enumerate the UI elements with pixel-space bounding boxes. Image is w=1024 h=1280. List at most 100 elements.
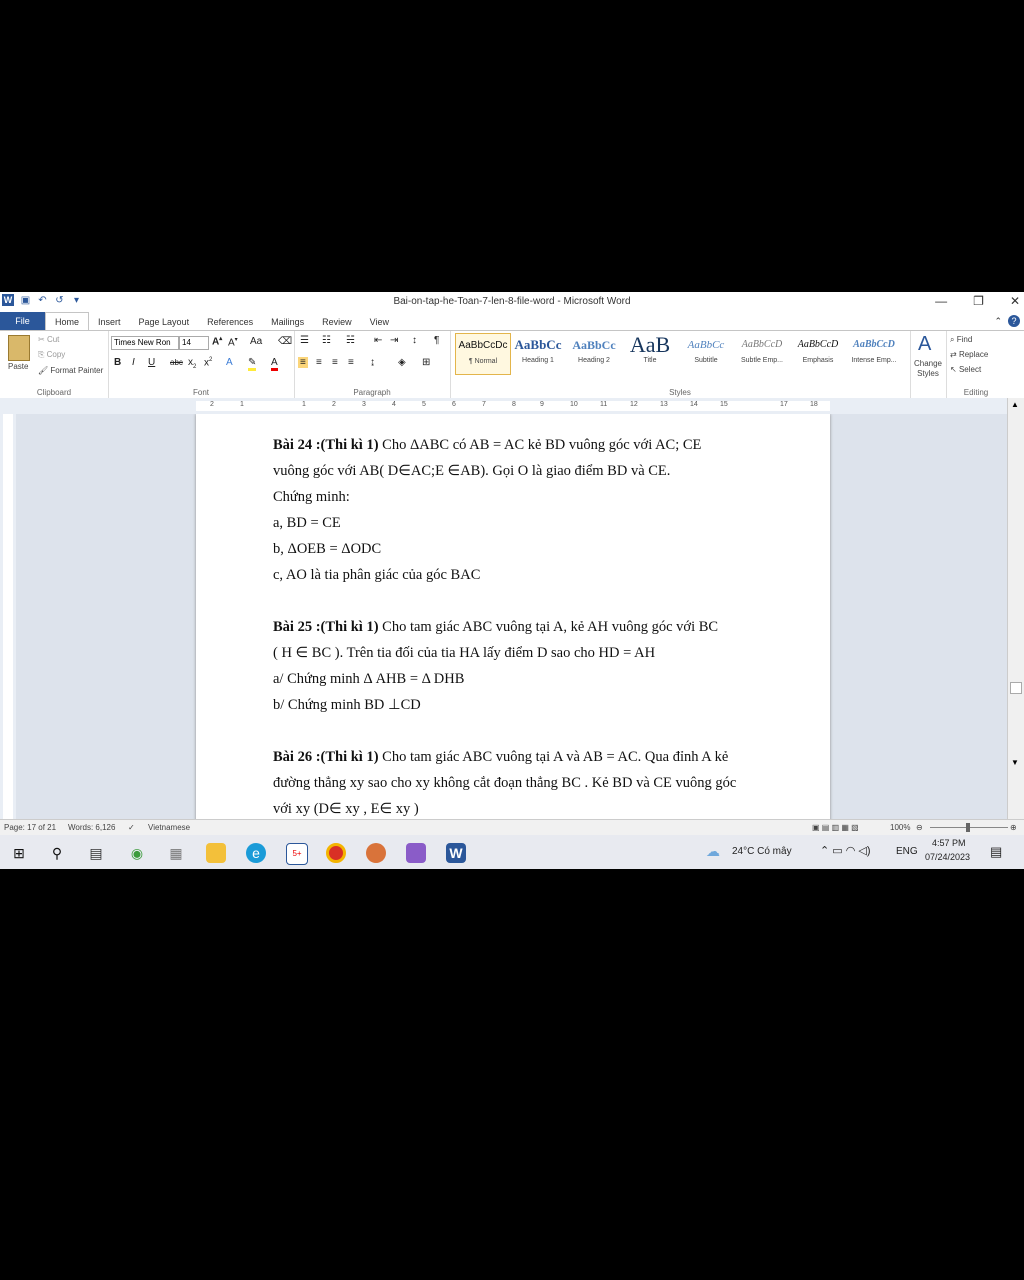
grow-font-icon[interactable]: A▴	[212, 335, 222, 347]
style-normal[interactable]: AaBbCcDc ¶ Normal	[455, 333, 511, 375]
numbering-icon[interactable]: ☷	[322, 335, 331, 346]
close-button[interactable]: ✕	[1010, 294, 1020, 308]
horizontal-ruler[interactable]: 2 1 1 2 3 4 5 6 7 8 9 10 11 12 13 14 15 …	[196, 401, 830, 411]
scroll-up-icon[interactable]: ▲	[1011, 400, 1019, 409]
borders-icon[interactable]: ⊞	[422, 357, 430, 368]
file-explorer-icon[interactable]	[206, 843, 226, 863]
sort-icon[interactable]: ↕	[412, 335, 417, 346]
tab-references[interactable]: References	[198, 313, 262, 330]
scroll-thumb[interactable]	[1010, 682, 1022, 694]
style-heading-1[interactable]: AaBbCc Heading 1	[511, 333, 565, 373]
document-text[interactable]: Bài 24 :(Thi kì 1) Cho ΔABC có AB = AC k…	[273, 432, 754, 819]
style-title[interactable]: AaB Title	[623, 333, 677, 373]
font-name-select[interactable]: Times New Ron	[111, 336, 179, 350]
notification-icon[interactable]: ▤	[990, 844, 1002, 860]
multilevel-list-icon[interactable]: ☵	[346, 335, 355, 346]
task-view-icon[interactable]: ▤	[86, 843, 106, 863]
decrease-indent-icon[interactable]: ⇤	[374, 335, 382, 346]
scroll-down-icon[interactable]: ▼	[1011, 758, 1019, 767]
document-area[interactable]: Bài 24 :(Thi kì 1) Cho ΔABC có AB = AC k…	[16, 414, 1008, 819]
show-formatting-icon[interactable]: ¶	[434, 335, 439, 346]
chrome-icon[interactable]	[326, 843, 346, 863]
replace-button[interactable]: ⇄ Replace	[950, 350, 988, 359]
app-icon-orange[interactable]	[366, 843, 386, 863]
ribbon: Paste ✂ Cut ⎘ Copy 🖌 Format Painter Clip…	[0, 330, 1024, 399]
line-spacing-icon[interactable]: ↨	[370, 357, 375, 368]
paste-button[interactable]: Paste	[8, 362, 28, 371]
windows-start-icon[interactable]: ⊞	[9, 843, 29, 863]
font-color-icon[interactable]: A	[271, 357, 278, 371]
change-case-icon[interactable]: Aa	[250, 336, 262, 347]
underline-button[interactable]: U	[148, 357, 155, 368]
style-emphasis[interactable]: AaBbCcD Emphasis	[791, 333, 845, 373]
proofing-icon[interactable]: ✓	[128, 823, 135, 832]
paste-icon[interactable]	[8, 335, 30, 361]
tab-review[interactable]: Review	[313, 313, 361, 330]
shading-icon[interactable]: ◈	[398, 357, 406, 368]
zoom-level[interactable]: 100%	[890, 823, 910, 832]
tray-icons[interactable]: ⌃ ▭ ◠ ◁)	[820, 844, 871, 857]
replace-label: Replace	[958, 350, 989, 359]
page-count[interactable]: Page: 17 of 21	[4, 823, 56, 832]
find-button[interactable]: ⌕ Find	[950, 335, 972, 345]
style-subtle-emphasis[interactable]: AaBbCcD Subtle Emp...	[735, 333, 789, 373]
highlight-icon[interactable]: ✎	[248, 357, 257, 371]
subscript-button[interactable]: x2	[188, 357, 196, 370]
tab-page-layout[interactable]: Page Layout	[130, 313, 199, 330]
strikethrough-button[interactable]: abc	[170, 358, 183, 367]
app-icon-green[interactable]: ◉	[127, 843, 147, 863]
language-indicator[interactable]: Vietnamese	[148, 823, 190, 832]
word-count[interactable]: Words: 6,126	[68, 823, 115, 832]
select-button[interactable]: ↖ Select	[950, 365, 981, 374]
word-taskbar-icon[interactable]: W	[446, 843, 466, 863]
align-left-icon[interactable]: ≡	[298, 357, 308, 368]
superscript-button[interactable]: x2	[204, 357, 212, 368]
tab-view[interactable]: View	[361, 313, 398, 330]
ruler-tick: 6	[452, 401, 456, 408]
help-icon[interactable]: ?	[1008, 315, 1020, 327]
align-right-icon[interactable]: ≡	[332, 357, 338, 368]
tab-file[interactable]: File	[0, 312, 45, 330]
clock-time[interactable]: 4:57 PM	[932, 838, 966, 848]
align-center-icon[interactable]: ≡	[316, 357, 322, 368]
vertical-scrollbar[interactable]: ▲ ▼	[1007, 398, 1024, 819]
zoom-out-icon[interactable]: ⊖	[916, 823, 923, 832]
style-subtitle[interactable]: AaBbCc Subtitle	[679, 333, 733, 373]
style-heading-2[interactable]: AaBbCc Heading 2	[567, 333, 621, 373]
cut-button[interactable]: ✂ Cut	[38, 335, 59, 344]
app-icon-purple[interactable]	[406, 843, 426, 863]
justify-icon[interactable]: ≡	[348, 357, 354, 368]
bullets-icon[interactable]: ☰	[300, 335, 309, 346]
zalo-icon[interactable]: 5+	[286, 843, 308, 865]
restore-button[interactable]: ❐	[973, 294, 984, 308]
clear-formatting-icon[interactable]: ⌫	[278, 336, 292, 347]
format-painter-button[interactable]: 🖌 Format Painter	[38, 366, 103, 375]
increase-indent-icon[interactable]: ⇥	[390, 335, 398, 346]
italic-button[interactable]: I	[132, 357, 135, 368]
tab-home[interactable]: Home	[45, 312, 90, 330]
edge-icon[interactable]: e	[246, 843, 266, 863]
zoom-in-icon[interactable]: ⊕	[1010, 823, 1017, 832]
shrink-font-icon[interactable]: A▾	[228, 336, 238, 348]
weather-icon[interactable]: ☁	[706, 843, 720, 860]
weather-text[interactable]: 24°C Có mây	[732, 846, 792, 857]
input-language[interactable]: ENG	[896, 846, 918, 857]
search-icon[interactable]: ⚲	[47, 843, 67, 863]
widgets-icon[interactable]: ▦	[166, 843, 186, 863]
minimize-button[interactable]: —	[935, 294, 947, 308]
zoom-slider-thumb[interactable]	[966, 823, 970, 832]
clock-date[interactable]: 07/24/2023	[925, 852, 970, 862]
view-buttons[interactable]: ▣ ▤ ▥ ▦ ▧	[812, 823, 859, 832]
tab-insert[interactable]: Insert	[89, 313, 130, 330]
bold-button[interactable]: B	[114, 357, 121, 368]
tab-mailings[interactable]: Mailings	[262, 313, 313, 330]
change-styles-icon[interactable]: A	[918, 333, 931, 356]
collapse-ribbon-icon[interactable]: ⌃	[994, 316, 1002, 327]
change-styles-button[interactable]: Change Styles	[912, 359, 944, 379]
text-effects-icon[interactable]: A	[226, 357, 233, 368]
style-intense-emphasis[interactable]: AaBbCcD Intense Emp...	[847, 333, 901, 373]
style-sample: AaBbCc	[514, 337, 562, 352]
document-page[interactable]: Bài 24 :(Thi kì 1) Cho ΔABC có AB = AC k…	[196, 414, 830, 819]
font-size-select[interactable]: 14	[179, 336, 209, 350]
copy-button[interactable]: ⎘ Copy	[38, 350, 65, 360]
